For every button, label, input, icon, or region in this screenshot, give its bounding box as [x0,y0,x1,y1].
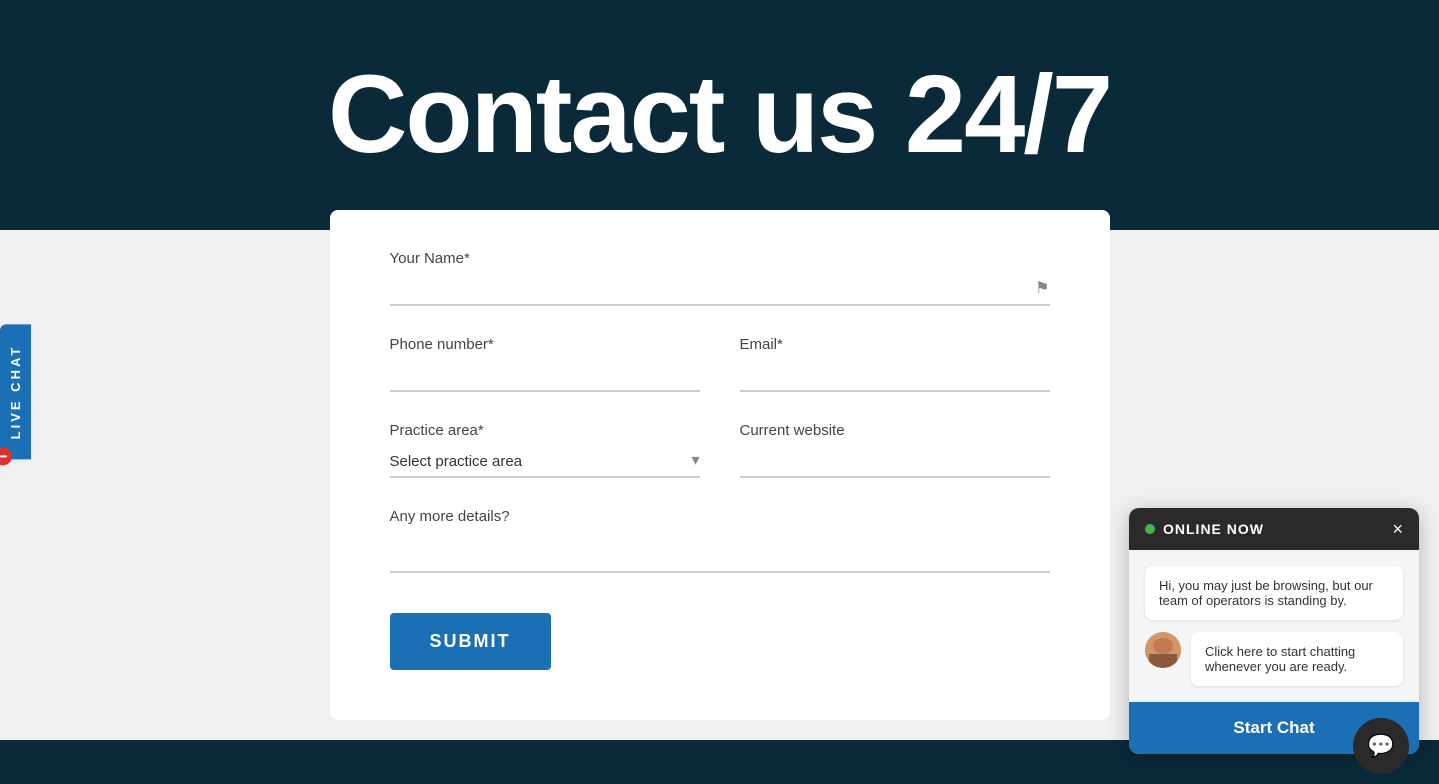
online-indicator [1145,524,1155,534]
email-input[interactable] [740,361,1050,392]
chat-bubble-icon: 💬 [1367,733,1394,759]
practice-label: Practice area* [390,422,700,439]
email-field: Email* [740,336,1050,392]
practice-field: Practice area* Select practice area Pers… [390,422,700,478]
details-input[interactable] [390,533,1050,573]
website-field: Current website [740,422,1050,478]
chat-status: ONLINE NOW [1163,521,1264,537]
practice-select[interactable]: Select practice area Personal Injury Fam… [390,447,700,478]
practice-select-wrapper: Select practice area Personal Injury Fam… [390,447,700,478]
hero-title: Contact us 24/7 [0,60,1439,170]
name-field: Your Name* ⚑ [390,250,1050,306]
details-row: Any more details? [390,508,1050,573]
phone-label: Phone number* [390,336,700,353]
name-icon: ⚑ [1035,278,1049,298]
chat-message-1: Hi, you may just be browsing, but our te… [1145,566,1403,620]
chat-body: Hi, you may just be browsing, but our te… [1129,550,1419,702]
practice-website-row: Practice area* Select practice area Pers… [390,422,1050,478]
chat-header-left: ONLINE NOW [1145,521,1264,537]
chat-header: ONLINE NOW × [1129,508,1419,550]
agent-avatar [1145,632,1181,668]
chat-message-2: Click here to start chatting whenever yo… [1191,632,1403,686]
email-label: Email* [740,336,1050,353]
chat-popup: ONLINE NOW × Hi, you may just be browsin… [1129,508,1419,754]
live-chat-tab-inner[interactable]: LIVE CHAT [0,325,31,460]
chat-agent-row: Click here to start chatting whenever yo… [1145,632,1403,686]
name-input[interactable] [390,275,1050,306]
agent-avatar-face [1145,632,1181,668]
contact-form-card: Your Name* ⚑ Phone number* Email* Practi… [330,210,1110,720]
live-chat-label: LIVE CHAT [8,345,23,440]
chat-icon-bubble[interactable]: 💬 [1353,718,1409,774]
phone-input[interactable] [390,361,700,392]
name-row: Your Name* ⚑ [390,250,1050,306]
details-field: Any more details? [390,508,1050,573]
website-input[interactable] [740,447,1050,478]
details-label: Any more details? [390,508,1050,525]
phone-email-row: Phone number* Email* [390,336,1050,392]
name-label: Your Name* [390,250,1050,267]
chat-close-button[interactable]: × [1392,520,1403,538]
website-label: Current website [740,422,1050,439]
live-chat-tab[interactable]: LIVE CHAT [0,325,31,460]
phone-field: Phone number* [390,336,700,392]
submit-button[interactable]: SUBMIT [390,613,551,670]
